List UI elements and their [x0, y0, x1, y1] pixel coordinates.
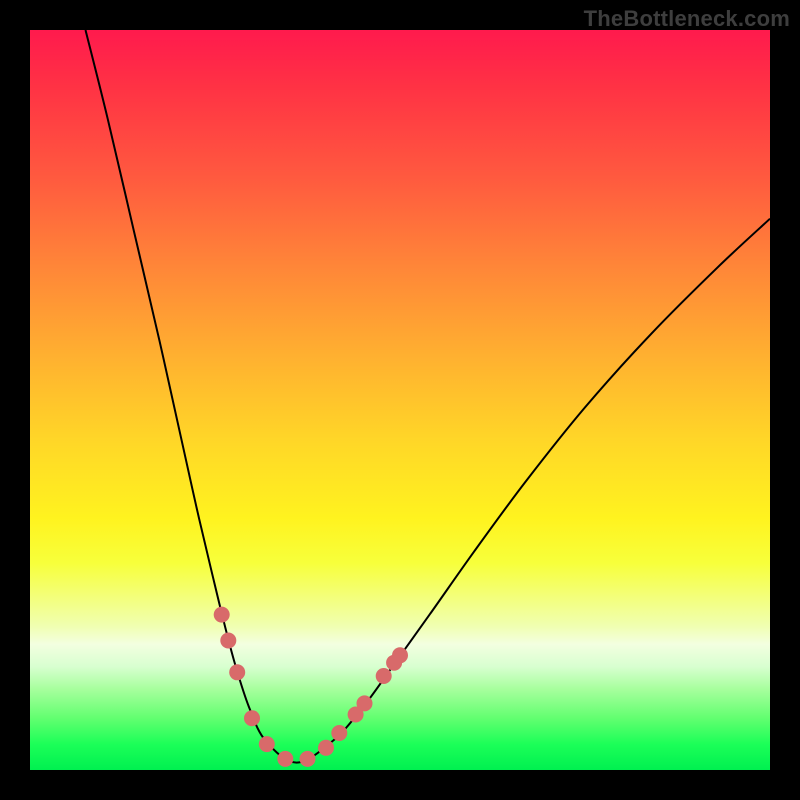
trough-marker — [214, 607, 230, 623]
trough-marker — [220, 633, 236, 649]
trough-marker — [392, 647, 408, 663]
trough-marker — [318, 740, 334, 756]
trough-marker — [376, 668, 392, 684]
bottleneck-curve — [86, 30, 771, 763]
watermark-text: TheBottleneck.com — [584, 6, 790, 32]
trough-marker — [357, 695, 373, 711]
curve-svg — [30, 30, 770, 770]
trough-marker — [259, 736, 275, 752]
trough-marker — [244, 710, 260, 726]
trough-marker — [300, 751, 316, 767]
plot-area — [30, 30, 770, 770]
trough-marker — [229, 664, 245, 680]
trough-marker — [331, 725, 347, 741]
chart-frame: TheBottleneck.com — [0, 0, 800, 800]
trough-marker — [277, 751, 293, 767]
